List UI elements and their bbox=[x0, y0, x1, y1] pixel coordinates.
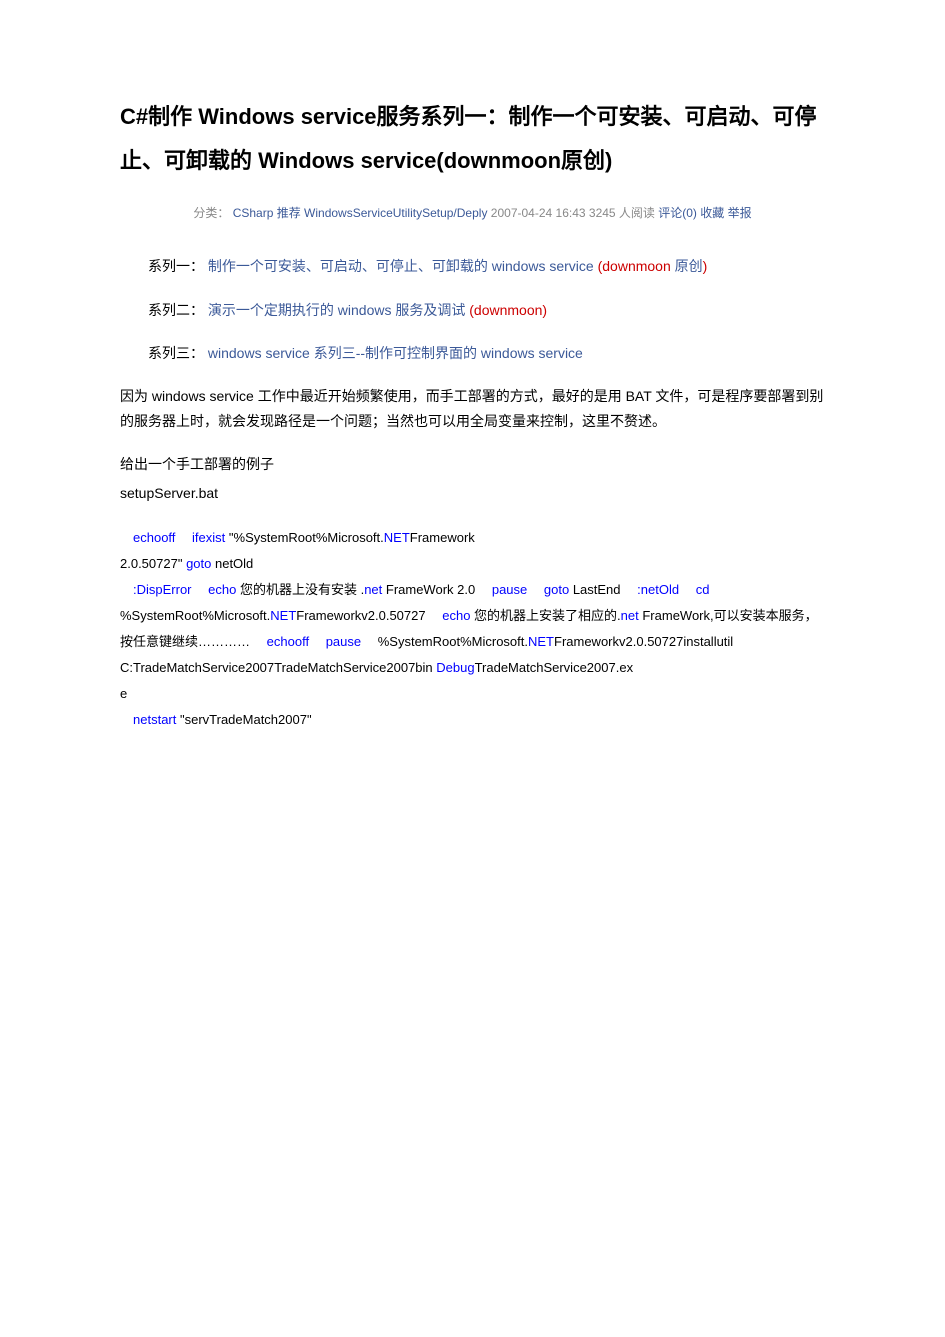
label-netold: :netOld bbox=[637, 582, 679, 597]
code-text: "servTradeMatch2007" bbox=[176, 712, 311, 727]
kw-echo: echo bbox=[267, 634, 295, 649]
comments-link[interactable]: 评论(0) bbox=[658, 206, 697, 220]
kw-net: net bbox=[621, 608, 639, 623]
series1-prefix: 系列一： bbox=[148, 258, 204, 274]
kw-net: NET bbox=[384, 530, 410, 545]
kw-pause: pause bbox=[326, 634, 361, 649]
code-text: netOld bbox=[211, 556, 253, 571]
kw-cd: cd bbox=[696, 582, 710, 597]
category-link[interactable]: CSharp 推荐 WindowsServiceUtilitySetup/Dep… bbox=[233, 206, 488, 220]
code-text: e bbox=[120, 686, 127, 701]
kw-off: off bbox=[295, 634, 309, 649]
article-title: C#制作 Windows service服务系列一：制作一个可安装、可启动、可停… bbox=[120, 95, 825, 183]
code-text: 您的机器上安装了相应的. bbox=[470, 608, 620, 623]
series3-line: 系列三： windows service 系列三--制作可控制界面的 windo… bbox=[120, 341, 825, 366]
kw-exist: exist bbox=[199, 530, 226, 545]
code-text: C:TradeMatchService2007TradeMatchService… bbox=[120, 660, 436, 675]
code-text: 2.0.50727" bbox=[120, 556, 186, 571]
series1-line: 系列一： 制作一个可安装、可启动、可停止、可卸载的 windows servic… bbox=[120, 254, 825, 279]
label-disperror: :DispError bbox=[133, 582, 192, 597]
read-count: 3245 人阅读 bbox=[589, 206, 655, 220]
code-text: LastEnd bbox=[569, 582, 620, 597]
series3-link[interactable]: windows service 系列三--制作可控制界面的 windows se… bbox=[208, 345, 583, 361]
kw-echo: echo bbox=[133, 530, 161, 545]
kw-echo: echo bbox=[208, 582, 236, 597]
code-text: %SystemRoot%Microsoft. bbox=[378, 634, 528, 649]
series2-link[interactable]: 演示一个定期执行的 windows 服务及调试 bbox=[208, 302, 465, 318]
series1-close: ) bbox=[703, 258, 708, 274]
series2-close: ) bbox=[542, 302, 547, 318]
code-text: TradeMatchService2007.ex bbox=[475, 660, 634, 675]
paragraph-intro: 因为 windows service 工作中最近开始频繁使用，而手工部署的方式，… bbox=[120, 384, 825, 434]
series1-downmoon: downmoon bbox=[602, 258, 671, 274]
series3-prefix: 系列三： bbox=[148, 345, 204, 361]
kw-goto: goto bbox=[186, 556, 211, 571]
code-text: Frameworkv2.0.50727 bbox=[296, 608, 425, 623]
code-text: "%SystemRoot%Microsoft. bbox=[225, 530, 384, 545]
filename-label: setupServer.bat bbox=[120, 481, 825, 506]
code-text: FrameWork 2.0 bbox=[382, 582, 475, 597]
code-block: echooff ifexist "%SystemRoot%Microsoft.N… bbox=[120, 525, 825, 733]
favorite-link[interactable]: 收藏 bbox=[700, 206, 724, 220]
kw-net: net bbox=[133, 712, 151, 727]
kw-start: start bbox=[151, 712, 176, 727]
kw-pause: pause bbox=[492, 582, 527, 597]
meta-line: 分类： CSharp 推荐 WindowsServiceUtilitySetup… bbox=[120, 203, 825, 225]
report-link[interactable]: 举报 bbox=[728, 206, 752, 220]
kw-debug: Debug bbox=[436, 660, 474, 675]
kw-net: NET bbox=[528, 634, 554, 649]
code-text: 您的机器上没有安装 . bbox=[236, 582, 364, 597]
kw-goto: goto bbox=[544, 582, 569, 597]
series2-downmoon: downmoon bbox=[474, 302, 543, 318]
kw-echo: echo bbox=[442, 608, 470, 623]
code-text: Framework bbox=[410, 530, 475, 545]
category-label: 分类： bbox=[193, 206, 229, 220]
kw-net: net bbox=[364, 582, 382, 597]
publish-date: 2007-04-24 16:43 bbox=[491, 206, 586, 220]
series1-link[interactable]: 制作一个可安装、可启动、可停止、可卸载的 windows service bbox=[208, 258, 594, 274]
code-text: Frameworkv2.0.50727installutil bbox=[554, 634, 733, 649]
series2-line: 系列二： 演示一个定期执行的 windows 服务及调试 (downmoon) bbox=[120, 298, 825, 323]
kw-off: off bbox=[161, 530, 175, 545]
code-text: %SystemRoot%Microsoft. bbox=[120, 608, 270, 623]
kw-net: NET bbox=[270, 608, 296, 623]
series1-orig: 原创 bbox=[671, 258, 703, 274]
series2-prefix: 系列二： bbox=[148, 302, 204, 318]
paragraph-example-intro: 给出一个手工部署的例子 bbox=[120, 452, 825, 477]
